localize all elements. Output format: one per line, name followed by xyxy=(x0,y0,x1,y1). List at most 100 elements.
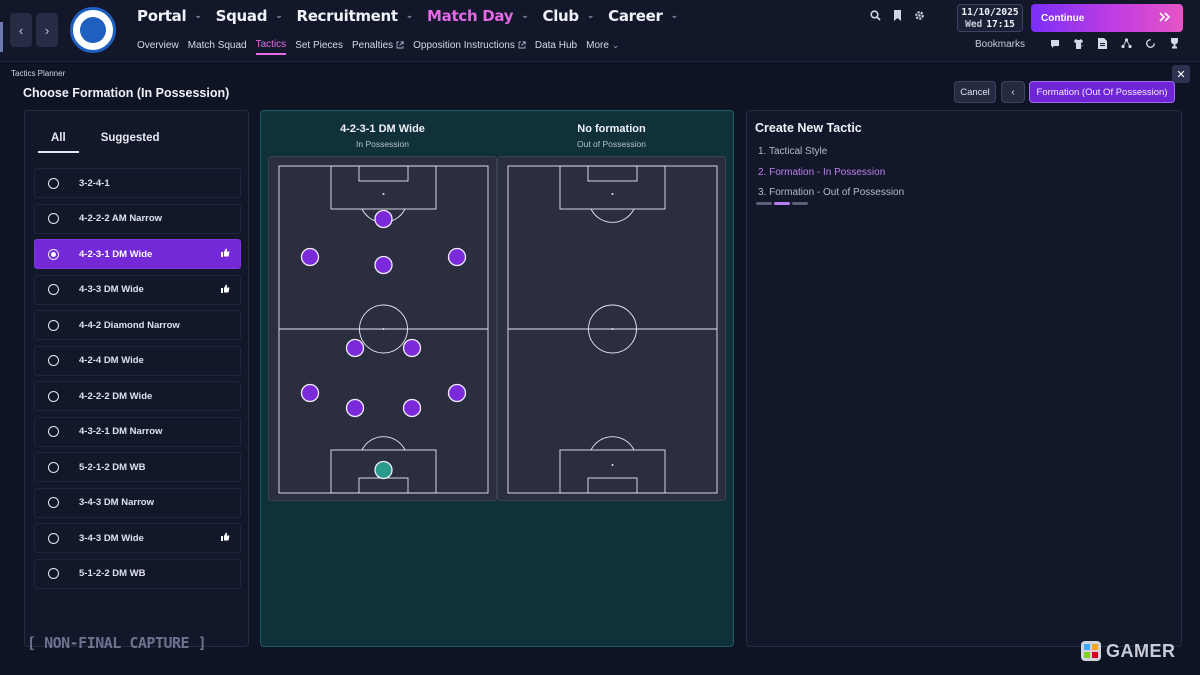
chevron-down-icon: ⌄ xyxy=(521,11,529,21)
nav-item-career[interactable]: Career ⌄ xyxy=(608,7,678,25)
player-marker[interactable] xyxy=(447,383,467,403)
radio-button[interactable] xyxy=(48,284,59,295)
tab-label: Set Pieces xyxy=(295,40,343,51)
back-button[interactable]: ‹ xyxy=(1001,81,1025,103)
radio-button[interactable] xyxy=(48,532,59,544)
tab-data-hub[interactable]: Data Hub xyxy=(535,39,577,55)
tab-all[interactable]: All xyxy=(38,129,79,153)
player-marker[interactable] xyxy=(300,247,320,267)
top-bar: ‹ › Portal ⌄ Squad ⌄ Recruitment ⌄ Match Day ⌄ C… xyxy=(0,0,1200,62)
formation-list-item[interactable]: 3-2-4-1 xyxy=(34,168,241,198)
formation-label: 4-3-3 DM Wide xyxy=(79,284,144,295)
player-marker[interactable] xyxy=(447,247,467,267)
radio-button[interactable] xyxy=(48,319,59,331)
document-icon[interactable] xyxy=(1095,36,1110,51)
club-crest[interactable] xyxy=(70,7,116,53)
next-step-button[interactable]: Formation (Out Of Possession) xyxy=(1029,81,1175,103)
shirt-icon[interactable] xyxy=(1071,36,1086,51)
radio-button[interactable] xyxy=(48,568,59,579)
formation-label: 4-2-2-2 AM Narrow xyxy=(79,213,163,224)
player-marker[interactable] xyxy=(374,209,393,229)
formation-list-item[interactable]: 5-2-1-2 DM WB xyxy=(34,452,241,482)
time-text: 17:15 xyxy=(986,19,1015,30)
nav-item-portal[interactable]: Portal ⌄ xyxy=(137,7,202,25)
tab-penalties[interactable]: Penalties xyxy=(352,39,404,55)
formation-list-item[interactable]: 4-4-2 Diamond Narrow xyxy=(34,310,241,340)
formation-list-item[interactable]: 3-4-3 DM Narrow xyxy=(34,487,241,518)
formation-label: 3-2-4-1 xyxy=(79,177,110,189)
external-link-icon xyxy=(518,40,526,51)
nav-item-club[interactable]: Club ⌄ xyxy=(543,7,595,25)
bookmark-icon[interactable] xyxy=(893,10,902,24)
tab-opposition-instructions[interactable]: Opposition Instructions xyxy=(413,39,526,55)
nav-item-match-day[interactable]: Match Day ⌄ xyxy=(427,7,529,25)
nav-item-label: Portal xyxy=(137,7,187,25)
chevron-down-icon: ⌄ xyxy=(275,11,283,21)
gamer-logo-icon xyxy=(1080,640,1102,662)
radio-button[interactable] xyxy=(48,248,59,260)
trophy-icon[interactable] xyxy=(1167,36,1182,51)
search-icon[interactable] xyxy=(870,10,881,24)
formation-label: 4-3-2-1 DM Narrow xyxy=(79,426,163,437)
tab-set-pieces[interactable]: Set Pieces xyxy=(295,39,343,55)
formation-list-item[interactable]: 4-3-3 DM Wide xyxy=(34,274,241,305)
formation-list-item[interactable]: 4-3-2-1 DM Narrow xyxy=(34,416,241,447)
tab-label: Overview xyxy=(137,40,179,51)
nav-item-squad[interactable]: Squad ⌄ xyxy=(216,7,283,25)
tab-more[interactable]: More ⌄ xyxy=(586,39,619,55)
formation-label: 4-2-2-2 DM Wide xyxy=(79,390,153,402)
double-chevron-icon xyxy=(1159,11,1171,25)
radio-button[interactable] xyxy=(48,390,59,402)
progress-segment xyxy=(774,202,790,205)
player-marker[interactable] xyxy=(345,398,365,418)
player-markers xyxy=(300,209,467,480)
gear-icon[interactable] xyxy=(914,10,925,24)
tab-label: Opposition Instructions xyxy=(413,40,515,51)
player-marker[interactable] xyxy=(345,338,365,358)
tab-match-squad[interactable]: Match Squad xyxy=(188,39,247,55)
radio-button[interactable] xyxy=(48,497,59,508)
formation-list-panel: All Suggested 3-2-4-1 4-2-2-2 AM Narrow 4-… xyxy=(24,110,249,647)
tab-suggested[interactable]: Suggested xyxy=(101,129,160,153)
date-time-display[interactable]: 11/10/2025 Wed 17:15 xyxy=(957,4,1023,32)
radio-button[interactable] xyxy=(48,461,59,473)
progress-segment xyxy=(756,202,772,205)
formation-list-item[interactable]: 5-1-2-2 DM WB xyxy=(34,558,241,589)
player-marker[interactable] xyxy=(300,383,320,403)
goalkeeper-marker[interactable] xyxy=(374,460,393,480)
back-arrow-icon[interactable]: ‹ xyxy=(10,13,32,47)
refresh-icon[interactable] xyxy=(1143,36,1158,51)
radio-button[interactable] xyxy=(48,426,59,437)
tab-label: Penalties xyxy=(352,40,394,51)
formation-list-item[interactable]: 4-2-4 DM Wide xyxy=(34,345,241,376)
player-marker[interactable] xyxy=(402,398,422,418)
radio-button[interactable] xyxy=(48,213,59,224)
nav-item-recruitment[interactable]: Recruitment ⌄ xyxy=(296,7,413,25)
player-marker[interactable] xyxy=(402,338,422,358)
radio-button[interactable] xyxy=(48,355,59,366)
player-marker[interactable] xyxy=(374,255,393,275)
formation-list-item[interactable]: 4-2-3-1 DM Wide xyxy=(34,239,241,269)
thumbs-up-icon xyxy=(221,532,230,543)
chevron-down-icon: ⌄ xyxy=(194,11,202,21)
out-of-possession-formation-name: No formation xyxy=(577,123,646,135)
nav-item-label: Club xyxy=(542,7,580,25)
tab-tactics[interactable]: Tactics xyxy=(255,39,287,55)
tab-label: Tactics xyxy=(255,39,287,50)
forward-arrow-icon[interactable]: › xyxy=(36,13,58,47)
radio-button[interactable] xyxy=(48,177,59,189)
close-icon[interactable]: ✕ xyxy=(1172,65,1190,83)
thumbs-up-icon xyxy=(221,248,230,259)
cancel-button[interactable]: Cancel xyxy=(954,81,996,103)
chat-icon[interactable] xyxy=(1047,36,1062,51)
formation-list-item[interactable]: 4-2-2-2 AM Narrow xyxy=(34,203,241,234)
date-text: 11/10/2025 xyxy=(961,7,1019,18)
formation-list-item[interactable]: 4-2-2-2 DM Wide xyxy=(34,381,241,411)
continue-button[interactable]: Continue xyxy=(1031,4,1183,32)
create-tactic-panel: Create New Tactic 1. Tactical Style 2. Fo… xyxy=(746,110,1182,647)
formation-list-item[interactable]: 3-4-3 DM Wide xyxy=(34,523,241,553)
tactics-icon[interactable] xyxy=(1119,36,1134,51)
tab-label: Match Squad xyxy=(187,40,247,51)
tab-overview[interactable]: Overview xyxy=(137,39,179,55)
formation-label: 4-2-4 DM Wide xyxy=(79,355,144,366)
